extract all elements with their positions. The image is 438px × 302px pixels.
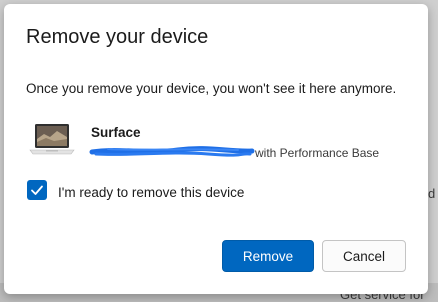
surface-laptop-icon <box>29 124 75 155</box>
checkmark-icon <box>31 185 43 195</box>
cancel-button[interactable]: Cancel <box>322 240 406 272</box>
remove-device-dialog: Remove your device Once you remove your … <box>4 4 428 294</box>
confirm-checkbox[interactable] <box>27 180 47 200</box>
redaction-scribble <box>89 146 255 157</box>
device-name: Surface <box>91 125 141 140</box>
device-model-suffix: with Performance Base <box>255 146 380 160</box>
confirm-checkbox-label[interactable]: I'm ready to remove this device <box>58 185 244 200</box>
dialog-description: Once you remove your device, you won't s… <box>26 81 397 96</box>
remove-button[interactable]: Remove <box>222 240 314 272</box>
background-partial-text: d <box>428 186 436 201</box>
dialog-title: Remove your device <box>26 26 209 48</box>
